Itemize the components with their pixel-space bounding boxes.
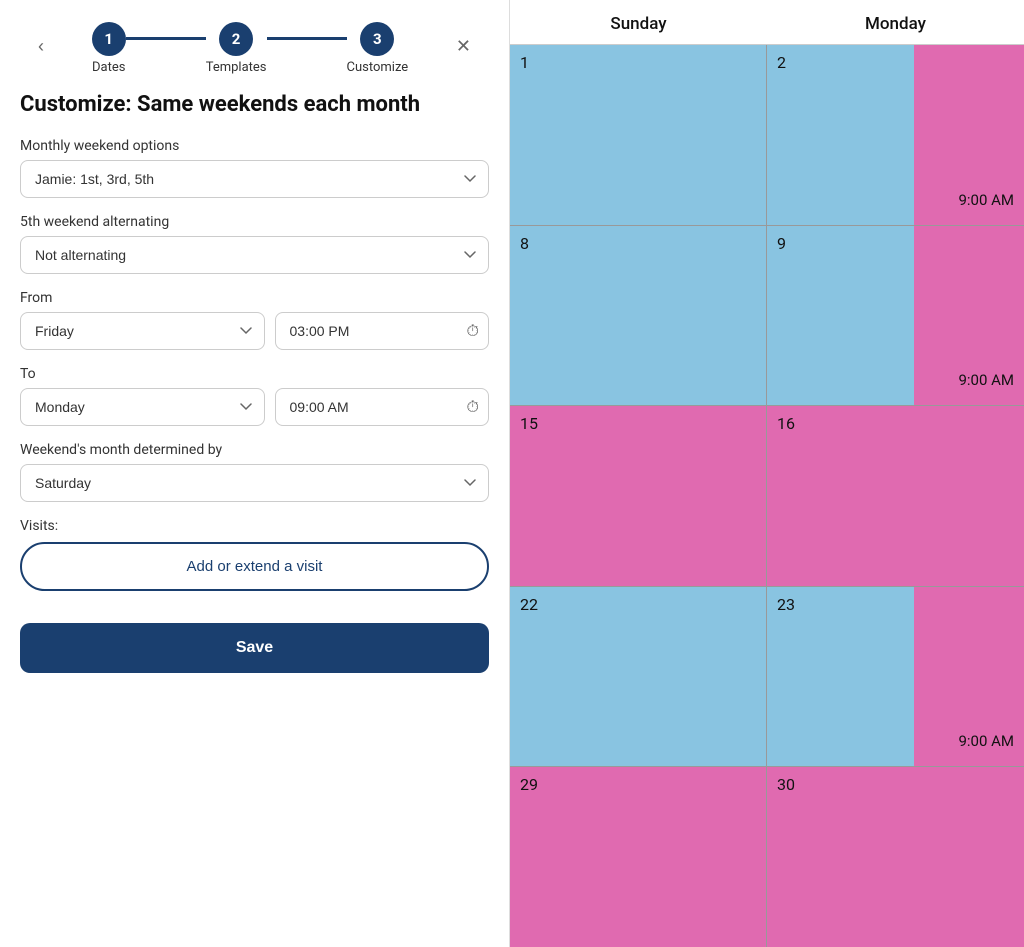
to-label: To (20, 366, 489, 382)
monthly-weekend-select[interactable]: Jamie: 1st, 3rd, 5th (20, 160, 489, 198)
date-8: 8 (520, 234, 529, 253)
from-time-wrapper: ⏱ (275, 312, 490, 350)
to-time-wrapper: ⏱ (275, 388, 490, 426)
fifth-weekend-select[interactable]: Not alternating (20, 236, 489, 274)
time-2: 9:00 AM (958, 191, 1014, 209)
to-day-select[interactable]: Monday (20, 388, 265, 426)
cell-9-blue: 9 (767, 226, 914, 406)
page-title: Customize: Same weekends each month (20, 91, 489, 120)
from-group: From Friday ⏱ (20, 290, 489, 350)
date-2: 2 (777, 53, 786, 72)
from-label: From (20, 290, 489, 306)
to-time-input[interactable] (275, 388, 490, 426)
date-29: 29 (520, 775, 538, 794)
cal-cell-29: 29 (510, 767, 767, 947)
step-2-label: Templates (206, 60, 267, 75)
step-3: 3 Customize (347, 22, 409, 75)
month-determined-label: Weekend's month determined by (20, 442, 489, 458)
back-icon: ‹ (38, 36, 44, 57)
calendar-row-4: 22 23 9:00 AM (510, 587, 1024, 768)
calendar-row-3: 15 16 (510, 406, 1024, 587)
step-3-label: Customize (347, 60, 409, 75)
stepper: ‹ 1 Dates 2 Templates 3 Customize (20, 18, 489, 91)
from-day-select[interactable]: Friday (20, 312, 265, 350)
cal-cell-1: 1 (510, 45, 767, 225)
cal-cell-9: 9 9:00 AM (767, 226, 1024, 406)
to-row: Monday ⏱ (20, 388, 489, 426)
date-9: 9 (777, 234, 786, 253)
save-button[interactable]: Save (20, 623, 489, 673)
monthly-weekend-group: Monthly weekend options Jamie: 1st, 3rd,… (20, 138, 489, 198)
cell-9-pink: 9:00 AM (914, 226, 1024, 406)
step-1-circle: 1 (92, 22, 126, 56)
fifth-weekend-group: 5th weekend alternating Not alternating (20, 214, 489, 274)
month-determined-group: Weekend's month determined by Saturday (20, 442, 489, 502)
add-visit-button[interactable]: Add or extend a visit (20, 542, 489, 591)
cell-23-blue: 23 (767, 587, 914, 767)
step-1-label: Dates (92, 60, 125, 75)
calendar-header: Sunday Monday (510, 0, 1024, 45)
fifth-weekend-label: 5th weekend alternating (20, 214, 489, 230)
from-row: Friday ⏱ (20, 312, 489, 350)
date-16: 16 (777, 414, 795, 433)
cal-cell-2: 2 9:00 AM (767, 45, 1024, 225)
cell-30-pink2 (914, 767, 1024, 947)
from-time-input[interactable] (275, 312, 490, 350)
date-1: 1 (520, 53, 529, 72)
cell-2-blue: 2 (767, 45, 914, 225)
cal-cell-30: 30 (767, 767, 1024, 947)
step-1: 1 Dates (92, 22, 126, 75)
cal-cell-22: 22 (510, 587, 767, 767)
stepper-steps: 1 Dates 2 Templates 3 Customize (52, 18, 448, 75)
monthly-weekend-label: Monthly weekend options (20, 138, 489, 154)
date-23: 23 (777, 595, 795, 614)
time-9: 9:00 AM (958, 371, 1014, 389)
visits-label: Visits: (20, 518, 489, 534)
left-panel: ‹ 1 Dates 2 Templates 3 Customize (0, 0, 510, 947)
calendar-row-5: 29 30 (510, 767, 1024, 947)
header-sunday: Sunday (510, 14, 767, 34)
cal-cell-16: 16 (767, 406, 1024, 586)
close-icon: ✕ (456, 36, 471, 57)
header-monday: Monday (767, 14, 1024, 34)
right-panel: Sunday Monday 1 2 9:00 AM 8 (510, 0, 1024, 947)
step-2-circle: 2 (219, 22, 253, 56)
connector-2-3 (267, 37, 347, 40)
step-2: 2 Templates (206, 22, 267, 75)
visits-group: Visits: Add or extend a visit (20, 518, 489, 607)
cell-23-pink: 9:00 AM (914, 587, 1024, 767)
close-button[interactable]: ✕ (448, 32, 479, 61)
cal-cell-23: 23 9:00 AM (767, 587, 1024, 767)
date-22: 22 (520, 595, 538, 614)
cell-30-pink: 30 (767, 767, 914, 947)
cal-cell-15: 15 (510, 406, 767, 586)
back-button[interactable]: ‹ (30, 32, 52, 61)
step-3-circle: 3 (360, 22, 394, 56)
calendar-row-2: 8 9 9:00 AM (510, 226, 1024, 407)
calendar-row-1: 1 2 9:00 AM (510, 45, 1024, 226)
date-15: 15 (520, 414, 538, 433)
cell-2-pink: 9:00 AM (914, 45, 1024, 225)
date-30: 30 (777, 775, 795, 794)
to-group: To Monday ⏱ (20, 366, 489, 426)
time-23: 9:00 AM (958, 732, 1014, 750)
connector-1-2 (126, 37, 206, 40)
cal-cell-8: 8 (510, 226, 767, 406)
calendar-body: 1 2 9:00 AM 8 9 9:00 AM (510, 45, 1024, 947)
month-determined-select[interactable]: Saturday (20, 464, 489, 502)
